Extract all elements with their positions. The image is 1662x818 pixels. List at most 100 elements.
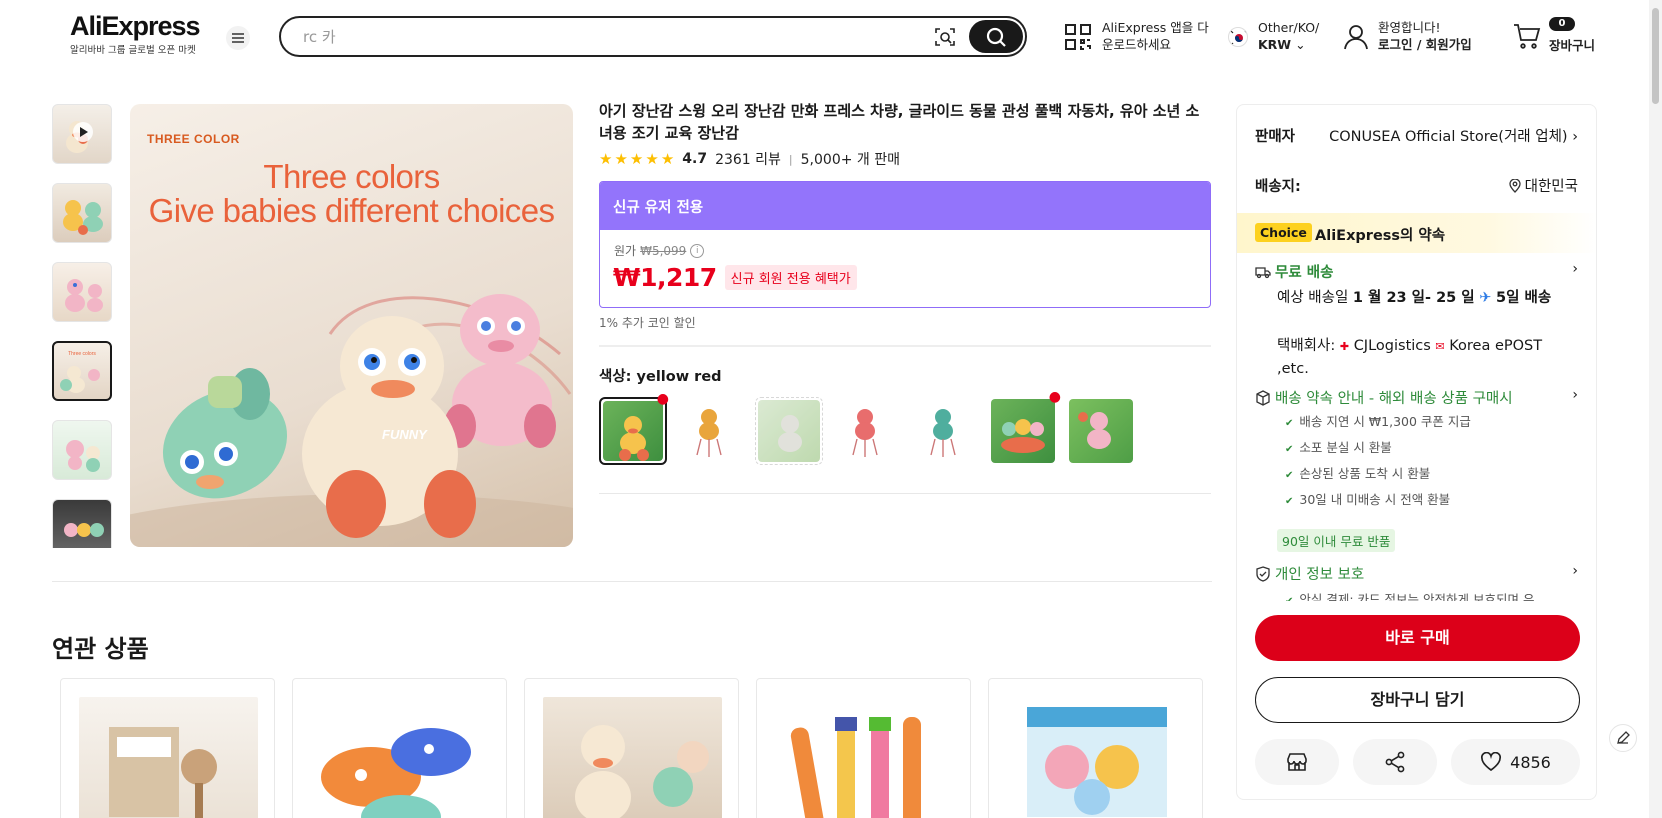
rating-row: ★ ★ ★ ★ ★ 4.7 2361 리뷰 | 5,000+ 개 판매 xyxy=(599,149,1211,169)
locale-region: Other/KO/ xyxy=(1258,20,1320,35)
section-divider xyxy=(52,581,1212,582)
price-tag: 신규 회원 전용 혜택가 xyxy=(724,265,857,290)
free-shipping-title[interactable]: 무료 배송 xyxy=(1255,261,1333,282)
eta-days: 5일 배송 xyxy=(1496,290,1552,306)
chevron-right-icon[interactable]: › xyxy=(1572,261,1578,277)
page-scrollbar[interactable] xyxy=(1649,0,1662,818)
color-selected-value: yellow red xyxy=(636,369,722,385)
cj-logo-icon: ✚ xyxy=(1339,340,1350,353)
promise-item-text: 소포 분실 시 환불 xyxy=(1299,440,1392,455)
privacy-item: ✔ 안심 결제: 카드 정보는 안전하게 보호되며 유 xyxy=(1285,589,1534,601)
privacy-title[interactable]: 개인 정보 보호 xyxy=(1255,563,1364,584)
free-return-tag: 90일 이내 무료 반품 xyxy=(1277,529,1396,552)
delivery-promise-title[interactable]: 배송 약속 안내 - 해외 배송 상품 구매시 xyxy=(1255,387,1513,408)
product-info: 아기 장난감 스윙 오리 장난감 만화 프레스 차량, 글라이드 동물 관성 풀… xyxy=(599,100,1211,494)
plane-icon: ✈ xyxy=(1479,290,1492,306)
wishlist-button[interactable]: 4856 xyxy=(1451,739,1580,785)
scrollbar-thumb[interactable] xyxy=(1652,8,1659,104)
korea-flag-icon xyxy=(1228,27,1248,47)
related-product-card[interactable] xyxy=(524,678,739,818)
swatch-option[interactable]: ● xyxy=(989,389,1061,465)
login-link[interactable]: 환영합니다! 로그인 / 회원가입 xyxy=(1378,19,1472,53)
product-title: 아기 장난감 스윙 오리 장난감 만화 프레스 차량, 글라이드 동물 관성 풀… xyxy=(599,102,1200,142)
add-to-cart-button[interactable]: 장바구니 담기 xyxy=(1255,677,1580,723)
rating-stars: ★ ★ ★ ★ ★ xyxy=(599,151,674,167)
check-icon: ✔ xyxy=(1285,418,1294,429)
app-download-link[interactable]: AliExpress 앱을 다 운로드하세요 xyxy=(1102,19,1212,53)
thumbnail-image[interactable] xyxy=(52,183,112,243)
swatch-option[interactable] xyxy=(833,397,901,465)
menu-icon[interactable] xyxy=(226,26,250,50)
app-download-line1: AliExpress 앱을 다 xyxy=(1102,20,1209,35)
image-search-icon[interactable] xyxy=(933,25,957,49)
chevron-right-icon[interactable]: › xyxy=(1572,387,1578,403)
privacy-text: 개인 정보 보호 xyxy=(1275,567,1365,583)
star-icon: ★ xyxy=(629,150,644,168)
user-icon[interactable] xyxy=(1342,23,1370,51)
choice-promise-text: AliExpress의 약속 xyxy=(1315,228,1446,244)
sale-price: ₩1,217 xyxy=(613,263,717,292)
toy-label: FUNNY xyxy=(382,427,428,442)
swatch-yellow-red[interactable]: ● xyxy=(599,391,669,465)
buy-now-button[interactable]: 바로 구매 xyxy=(1255,615,1580,661)
info-icon[interactable]: i xyxy=(690,243,705,258)
qr-code-icon[interactable] xyxy=(1063,22,1093,52)
delivery-estimate: 예상 배송일 1 월 23 일- 25 일 ✈ 5일 배송 xyxy=(1277,287,1577,309)
privacy-list: ✔ 안심 결제: 카드 정보는 안전하게 보호되며 유 xyxy=(1285,589,1534,601)
carrier-1: CJLogistics xyxy=(1353,338,1431,354)
search-icon xyxy=(986,27,1006,47)
search-button[interactable] xyxy=(969,20,1023,53)
thumbnail-image[interactable] xyxy=(52,499,112,548)
heart-icon xyxy=(1481,752,1502,772)
delivery-promise-text: 배송 약속 안내 - 해외 배송 상품 구매시 xyxy=(1275,391,1513,407)
swatch-option[interactable] xyxy=(677,397,745,465)
promise-item-text: 배송 지연 시 ₩1,300 쿠폰 지급 xyxy=(1299,414,1471,429)
chevron-right-icon: › xyxy=(1572,129,1578,145)
main-product-image[interactable]: THREE COLOR Three colors Give babies dif… xyxy=(130,104,573,547)
location-pin-icon xyxy=(1508,178,1521,193)
thumbnail-video[interactable] xyxy=(52,104,112,164)
logo-subtitle: 알리바바 그룹 글로벌 오픈 마켓 xyxy=(70,45,196,56)
cart-count-badge: 0 xyxy=(1549,17,1575,31)
free-shipping-text: 무료 배송 xyxy=(1275,265,1334,281)
korea-post-icon: ✉ xyxy=(1435,340,1445,353)
related-product-card[interactable] xyxy=(756,678,971,818)
share-button[interactable] xyxy=(1353,739,1437,785)
edit-pencil-icon[interactable] xyxy=(1609,724,1637,752)
seller-name: CONUSEA Official Store(거래 업체) › xyxy=(1329,125,1578,146)
price-row: ₩1,217 신규 회원 전용 혜택가 xyxy=(600,259,1210,292)
related-product-card[interactable] xyxy=(60,678,275,818)
shield-icon xyxy=(1256,566,1270,582)
related-product-card[interactable] xyxy=(292,678,507,818)
swatch-option-unavailable[interactable] xyxy=(755,397,823,465)
promise-item: ✔ 30일 내 미배송 시 전액 환불 xyxy=(1285,489,1471,515)
related-product-card[interactable] xyxy=(988,678,1203,818)
swatch-option[interactable] xyxy=(1067,397,1135,465)
locale-currency: KRW xyxy=(1258,37,1292,52)
star-icon: ★ xyxy=(645,150,659,168)
promo-header: 신규 유저 전용 xyxy=(600,182,1210,230)
star-icon: ★ xyxy=(614,150,628,168)
thumbnail-image-selected[interactable]: Three colors xyxy=(52,341,112,401)
aliexpress-logo[interactable]: AliExpress 알리바바 그룹 글로벌 오픈 마켓 xyxy=(70,12,210,58)
review-count[interactable]: 2361 리뷰 xyxy=(715,149,781,169)
thumbnail-image[interactable] xyxy=(52,420,112,480)
separator: | xyxy=(788,152,793,166)
cart-icon[interactable] xyxy=(1512,22,1542,50)
seller-row[interactable]: 판매자 CONUSEA Official Store(거래 업체) › xyxy=(1255,125,1578,146)
color-label-key: 색상: xyxy=(599,369,632,385)
store-button[interactable] xyxy=(1255,739,1339,785)
cart-label[interactable]: 장바구니 xyxy=(1549,35,1595,54)
divider xyxy=(599,493,1211,494)
hot-icon: ● xyxy=(1048,389,1061,405)
promise-item-text: 손상된 상품 도착 시 환불 xyxy=(1299,466,1431,481)
carrier-prefix: 택배회사: xyxy=(1277,338,1336,354)
swatch-option[interactable] xyxy=(911,397,979,465)
related-products-title: 연관 상품 xyxy=(52,635,149,663)
chevron-right-icon[interactable]: › xyxy=(1572,563,1578,579)
locale-selector[interactable]: Other/KO/ KRW ⌄ xyxy=(1258,19,1319,53)
search-input[interactable] xyxy=(303,26,883,48)
rating-value: 4.7 xyxy=(682,151,708,167)
thumbnail-image[interactable] xyxy=(52,262,112,322)
ship-to-row[interactable]: 배송지: 대한민국 xyxy=(1255,175,1578,196)
